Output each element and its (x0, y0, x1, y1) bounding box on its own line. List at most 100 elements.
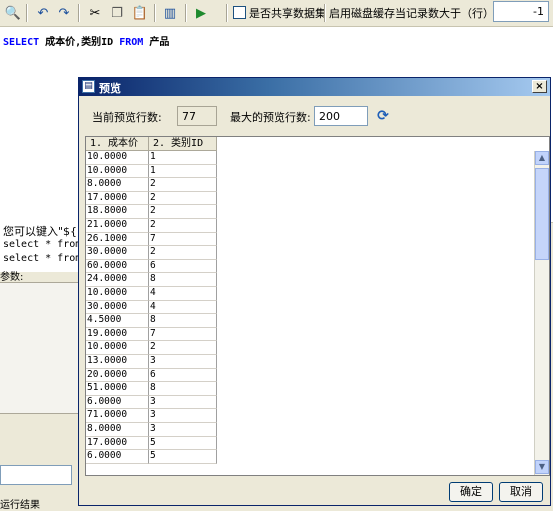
toolbar-separator (26, 4, 27, 22)
background-input[interactable] (0, 465, 72, 485)
refresh-icon[interactable]: ⟳ (375, 108, 391, 124)
cell-cost: 71.0000 (86, 409, 149, 423)
max-rows-input[interactable]: 200 (314, 106, 368, 126)
table-row[interactable]: 17.0000 5 (86, 436, 217, 451)
current-rows-field: 77 (177, 106, 217, 126)
cell-category-id: 2 (149, 219, 217, 233)
columns-icon[interactable]: ▥ (161, 4, 179, 22)
cell-category-id: 3 (149, 395, 217, 410)
cell-cost: 20.0000 (86, 368, 149, 383)
cell-category-id: 1 (149, 151, 217, 165)
table-row[interactable]: 30.0000 2 (86, 246, 217, 260)
cell-cost: 17.0000 (86, 436, 149, 451)
cell-cost: 10.0000 (86, 341, 149, 355)
toolbar-separator (226, 4, 227, 22)
toolbar-separator (78, 4, 79, 22)
cell-category-id: 3 (149, 409, 217, 423)
table-row[interactable]: 19.0000 7 (86, 327, 217, 342)
cell-cost: 24.0000 (86, 273, 149, 287)
table-row[interactable]: 13.0000 3 (86, 355, 217, 369)
cell-cost: 6.0000 (86, 395, 149, 410)
table-row[interactable]: 10.0000 1 (86, 164, 217, 179)
cell-category-id: 3 (149, 423, 217, 437)
table-row[interactable]: 6.0000 3 (86, 395, 217, 410)
table-row[interactable]: 71.0000 3 (86, 409, 217, 423)
run-result-label: 运行结果 (0, 500, 40, 511)
disk-cache-threshold-input[interactable]: -1 (493, 1, 549, 22)
scrollbar-thumb[interactable] (535, 168, 549, 260)
table-row[interactable]: 17.0000 2 (86, 191, 217, 206)
disk-cache-label: 启用磁盘缓存当记录数大于（行） (329, 7, 494, 20)
cell-category-id: 8 (149, 314, 217, 328)
cell-cost: 60.0000 (86, 259, 149, 274)
redo-icon[interactable]: ↷ (55, 4, 73, 22)
column-header-cost[interactable]: 1. 成本价 (86, 137, 149, 151)
table-row[interactable]: 60.0000 6 (86, 259, 217, 274)
cell-category-id: 1 (149, 164, 217, 179)
table-row[interactable]: 21.0000 2 (86, 219, 217, 233)
cell-category-id: 4 (149, 300, 217, 315)
table-row[interactable]: 4.5000 8 (86, 314, 217, 328)
table-row[interactable]: 26.1000 7 (86, 232, 217, 247)
close-icon[interactable]: × (532, 80, 547, 93)
ok-button[interactable]: 确定 (449, 482, 493, 502)
params-panel (0, 282, 80, 414)
toolbar: 🔍 ↶ ↷ ✂ ❐ 📋 ▥ ▶ 是否共享数据集 启用磁盘缓存当记录数大于（行） … (0, 0, 553, 27)
table-row[interactable]: 51.0000 8 (86, 382, 217, 396)
table-row[interactable]: 10.0000 2 (86, 341, 217, 355)
cell-category-id: 5 (149, 450, 217, 464)
scroll-up-icon[interactable]: ▲ (535, 151, 549, 165)
cell-category-id: 7 (149, 232, 217, 247)
toolbar-separator (154, 4, 155, 22)
paste-icon[interactable]: 📋 (131, 4, 149, 22)
hint-line: select * from (3, 239, 82, 250)
cancel-button[interactable]: 取消 (499, 482, 543, 502)
cell-category-id: 2 (149, 246, 217, 260)
table-row[interactable]: 8.0000 2 (86, 178, 217, 192)
preview-window-icon: ▤ (82, 80, 95, 93)
hint-panel: 您可以键入"${ select * from select * from (0, 222, 82, 272)
grid-body: 10.0000 1 10.0000 1 8.0000 2 17.0000 2 18.8000 2 2… (86, 151, 217, 475)
current-rows-label: 当前预览行数: (92, 111, 162, 124)
sql-keyword-from: FROM (119, 37, 144, 48)
cell-cost: 51.0000 (86, 382, 149, 396)
cell-category-id: 2 (149, 178, 217, 192)
cell-category-id: 5 (149, 436, 217, 451)
cell-category-id: 6 (149, 259, 217, 274)
table-row[interactable]: 30.0000 4 (86, 300, 217, 315)
column-header-category[interactable]: 2. 类别ID (149, 137, 217, 151)
table-row[interactable]: 24.0000 8 (86, 273, 217, 287)
cell-cost: 30.0000 (86, 246, 149, 260)
params-label: 参数: (0, 272, 24, 283)
print-preview-icon[interactable]: 🔍 (4, 4, 22, 22)
cell-cost: 30.0000 (86, 300, 149, 315)
table-row[interactable]: 10.0000 1 (86, 151, 217, 165)
cell-cost: 17.0000 (86, 191, 149, 206)
cell-cost: 6.0000 (86, 450, 149, 464)
share-dataset-checkbox[interactable] (233, 6, 246, 19)
cell-category-id: 7 (149, 327, 217, 342)
copy-icon[interactable]: ❐ (108, 4, 126, 22)
share-dataset-label: 是否共享数据集 (249, 7, 326, 20)
grid-header: 1. 成本价 2. 类别ID (86, 137, 217, 151)
table-row[interactable]: 8.0000 3 (86, 423, 217, 437)
hint-line: 您可以键入"${ (3, 225, 78, 238)
cell-cost: 10.0000 (86, 151, 149, 165)
table-row[interactable]: 18.8000 2 (86, 205, 217, 219)
table-row[interactable]: 6.0000 5 (86, 450, 217, 464)
undo-icon[interactable]: ↶ (34, 4, 52, 22)
run-icon[interactable]: ▶ (192, 4, 210, 22)
table-row[interactable]: 10.0000 4 (86, 287, 217, 301)
cell-cost: 21.0000 (86, 219, 149, 233)
table-row[interactable]: 20.0000 6 (86, 368, 217, 383)
cell-category-id: 3 (149, 355, 217, 369)
cell-cost: 4.5000 (86, 314, 149, 328)
cut-icon[interactable]: ✂ (86, 4, 104, 22)
scroll-down-icon[interactable]: ▼ (535, 460, 549, 474)
vertical-scrollbar[interactable]: ▲ ▼ (534, 151, 549, 475)
dialog-titlebar[interactable]: ▤ 预览 × (79, 78, 550, 96)
cell-cost: 8.0000 (86, 423, 149, 437)
sql-columns: 成本价,类别ID (39, 37, 120, 48)
cell-category-id: 4 (149, 287, 217, 301)
cell-category-id: 2 (149, 205, 217, 219)
